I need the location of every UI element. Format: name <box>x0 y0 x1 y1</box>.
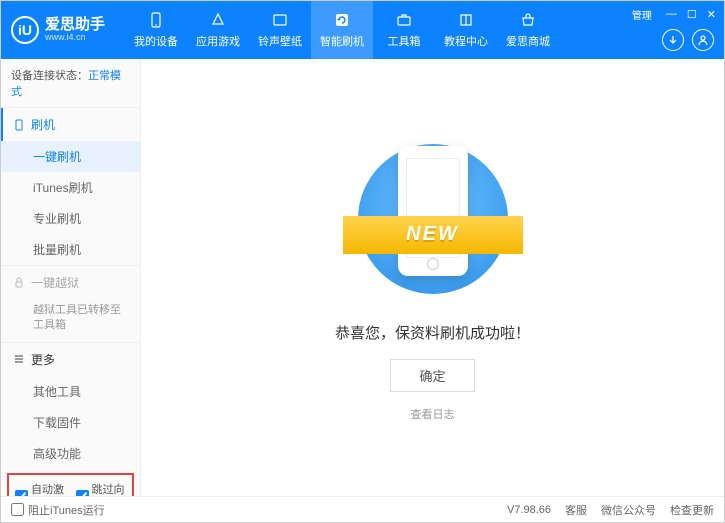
auto-activate-label: 自动激活 <box>31 481 66 496</box>
titlebar: iU 爱思助手 www.i4.cn 我的设备 应用游戏 铃声壁纸 智能刷机 <box>1 1 724 59</box>
nav-label: 爱思商城 <box>506 33 550 49</box>
sidebar-flash-header[interactable]: 刷机 <box>1 108 140 141</box>
update-link[interactable]: 检查更新 <box>670 502 714 518</box>
wechat-link[interactable]: 微信公众号 <box>601 502 656 518</box>
close-icon[interactable]: ✕ <box>707 8 716 21</box>
nav-toolbox[interactable]: 工具箱 <box>373 1 435 59</box>
flash-icon <box>333 11 351 29</box>
block-itunes-checkbox[interactable]: 阻止iTunes运行 <box>11 502 105 518</box>
logo-icon: iU <box>11 16 39 44</box>
lock-icon <box>13 277 25 289</box>
nav-my-device[interactable]: 我的设备 <box>125 1 187 59</box>
titlebar-menu[interactable]: 管理 <box>632 7 652 22</box>
nav-label: 教程中心 <box>444 33 488 49</box>
brand-name: 爱思助手 <box>45 17 105 34</box>
sidebar: 设备连接状态：正常模式 刷机 一键刷机 iTunes刷机 专业刷机 批量刷机 一… <box>1 59 141 496</box>
user-icons <box>662 29 714 51</box>
phone-icon <box>147 11 165 29</box>
brand-url: www.i4.cn <box>45 33 105 43</box>
store-icon <box>519 11 537 29</box>
block-itunes-label: 阻止iTunes运行 <box>28 502 105 518</box>
sidebar-item-batch[interactable]: 批量刷机 <box>1 234 140 265</box>
new-ribbon: NEW <box>343 216 523 254</box>
success-illustration: NEW <box>348 134 518 304</box>
nav-apps[interactable]: 应用游戏 <box>187 1 249 59</box>
auto-activate-checkbox[interactable]: 自动激活 <box>15 481 66 496</box>
skip-guide-checkbox[interactable]: 跳过向导 <box>76 481 127 496</box>
skip-guide-label: 跳过向导 <box>92 481 127 496</box>
sidebar-item-oneclick[interactable]: 一键刷机 <box>1 141 140 172</box>
nav-label: 智能刷机 <box>320 33 364 49</box>
statusbar: 阻止iTunes运行 V7.98.66 客服 微信公众号 检查更新 <box>1 496 724 522</box>
sidebar-item-other[interactable]: 其他工具 <box>1 376 140 407</box>
wallpaper-icon <box>271 11 289 29</box>
user-icon[interactable] <box>692 29 714 51</box>
minimize-icon[interactable]: — <box>666 8 677 21</box>
book-icon <box>457 11 475 29</box>
nav-label: 应用游戏 <box>196 33 240 49</box>
version-label: V7.98.66 <box>507 504 551 516</box>
toolbox-icon <box>395 11 413 29</box>
success-message: 恭喜您，保资料刷机成功啦！ <box>335 322 530 343</box>
nav-flash[interactable]: 智能刷机 <box>311 1 373 59</box>
conn-label: 设备连接状态： <box>11 70 88 82</box>
maximize-icon[interactable]: ☐ <box>687 8 697 21</box>
sidebar-jailbreak-title: 一键越狱 <box>31 274 79 291</box>
nav-store[interactable]: 爱思商城 <box>497 1 559 59</box>
nav-label: 铃声壁纸 <box>258 33 302 49</box>
top-nav: 我的设备 应用游戏 铃声壁纸 智能刷机 工具箱 教程中心 <box>125 1 559 59</box>
sidebar-item-pro[interactable]: 专业刷机 <box>1 203 140 234</box>
nav-label: 我的设备 <box>134 33 178 49</box>
nav-ringtones[interactable]: 铃声壁纸 <box>249 1 311 59</box>
sidebar-item-itunes[interactable]: iTunes刷机 <box>1 172 140 203</box>
body: 设备连接状态：正常模式 刷机 一键刷机 iTunes刷机 专业刷机 批量刷机 一… <box>1 59 724 496</box>
sidebar-more-header[interactable]: 更多 <box>1 343 140 376</box>
sidebar-more-title: 更多 <box>31 351 55 368</box>
logo: iU 爱思助手 www.i4.cn <box>11 16 105 44</box>
phone-small-icon <box>13 119 25 131</box>
sidebar-item-advanced[interactable]: 高级功能 <box>1 438 140 469</box>
main-content: NEW 恭喜您，保资料刷机成功啦！ 确定 查看日志 <box>141 59 724 496</box>
option-checkboxes: 自动激活 跳过向导 <box>7 473 134 496</box>
nav-label: 工具箱 <box>388 33 421 49</box>
service-link[interactable]: 客服 <box>565 502 587 518</box>
window-controls: 管理 — ☐ ✕ <box>632 7 716 22</box>
sidebar-flash-title: 刷机 <box>31 116 55 133</box>
connection-status: 设备连接状态：正常模式 <box>1 59 140 107</box>
menu-icon <box>13 353 25 365</box>
sidebar-jailbreak-header: 一键越狱 <box>1 266 140 299</box>
app-window: iU 爱思助手 www.i4.cn 我的设备 应用游戏 铃声壁纸 智能刷机 <box>0 0 725 523</box>
phone-illustration-icon <box>398 146 468 276</box>
download-icon[interactable] <box>662 29 684 51</box>
view-log-link[interactable]: 查看日志 <box>411 406 455 422</box>
apps-icon <box>209 11 227 29</box>
sidebar-item-firmware[interactable]: 下载固件 <box>1 407 140 438</box>
sidebar-jailbreak-note: 越狱工具已转移至工具箱 <box>1 299 140 342</box>
ok-button[interactable]: 确定 <box>390 359 474 392</box>
nav-tutorials[interactable]: 教程中心 <box>435 1 497 59</box>
